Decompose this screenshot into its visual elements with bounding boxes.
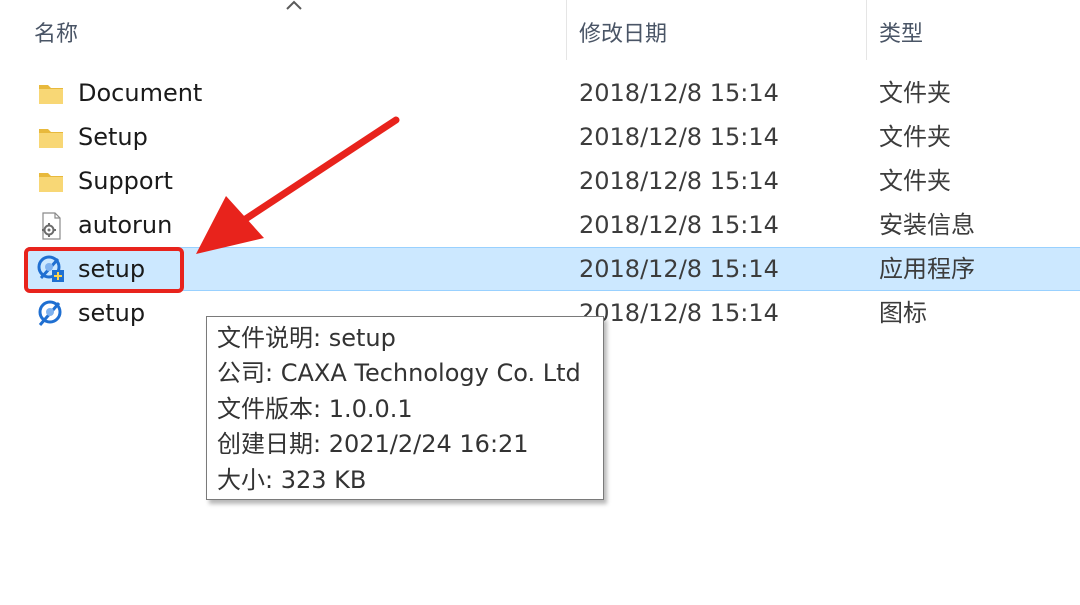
tooltip-company: 公司: CAXA Technology Co. Ltd xyxy=(217,359,581,388)
file-row-setup-folder[interactable]: Setup 2018/12/8 15:14 文件夹 xyxy=(28,115,1080,159)
column-header-name[interactable]: 名称 xyxy=(34,16,78,48)
file-row-autorun[interactable]: autorun 2018/12/8 15:14 安装信息 xyxy=(28,203,1080,247)
caxa-icon-file-icon xyxy=(38,300,62,326)
annotation-highlight-box xyxy=(24,247,184,293)
file-type: 文件夹 xyxy=(879,79,951,107)
column-header-type[interactable]: 类型 xyxy=(879,16,923,48)
file-type: 安装信息 xyxy=(879,211,975,239)
file-date: 2018/12/8 15:14 xyxy=(579,299,779,327)
tooltip-version: 文件版本: 1.0.0.1 xyxy=(217,394,413,423)
file-row-support[interactable]: Support 2018/12/8 15:14 文件夹 xyxy=(28,159,1080,203)
file-date: 2018/12/8 15:14 xyxy=(579,211,779,239)
tooltip-description: 文件说明: setup xyxy=(217,324,396,352)
file-name: setup xyxy=(78,299,146,327)
sort-ascending-icon xyxy=(286,0,302,10)
file-date: 2018/12/8 15:14 xyxy=(579,123,779,151)
file-name: Setup xyxy=(78,123,148,151)
file-type: 文件夹 xyxy=(879,167,951,195)
setup-info-icon xyxy=(42,212,61,240)
folder-icon xyxy=(39,85,63,104)
tooltip-size: 大小: 323 KB xyxy=(217,465,367,494)
file-row-document[interactable]: Document 2018/12/8 15:14 文件夹 xyxy=(28,71,1080,115)
column-divider[interactable] xyxy=(866,0,867,60)
file-name: Document xyxy=(78,79,203,107)
column-header-bar: 名称 修改日期 类型 xyxy=(0,0,1080,62)
file-type: 文件夹 xyxy=(879,123,951,151)
file-type: 图标 xyxy=(879,299,927,327)
file-date: 2018/12/8 15:14 xyxy=(579,167,779,195)
file-info-tooltip: 文件说明: setup 公司: CAXA Technology Co. Ltd … xyxy=(206,316,604,500)
file-date: 2018/12/8 15:14 xyxy=(579,255,779,283)
column-header-date[interactable]: 修改日期 xyxy=(579,16,667,48)
file-row-setup-exe[interactable]: setup 2018/12/8 15:14 应用程序 xyxy=(28,247,1080,291)
file-name: Support xyxy=(78,167,173,195)
file-type: 应用程序 xyxy=(879,255,975,283)
folder-icon xyxy=(39,129,63,148)
file-name: autorun xyxy=(78,211,173,239)
folder-icon xyxy=(39,173,63,192)
column-divider[interactable] xyxy=(566,0,567,60)
file-date: 2018/12/8 15:14 xyxy=(579,79,779,107)
tooltip-created: 创建日期: 2021/2/24 16:21 xyxy=(217,430,529,459)
